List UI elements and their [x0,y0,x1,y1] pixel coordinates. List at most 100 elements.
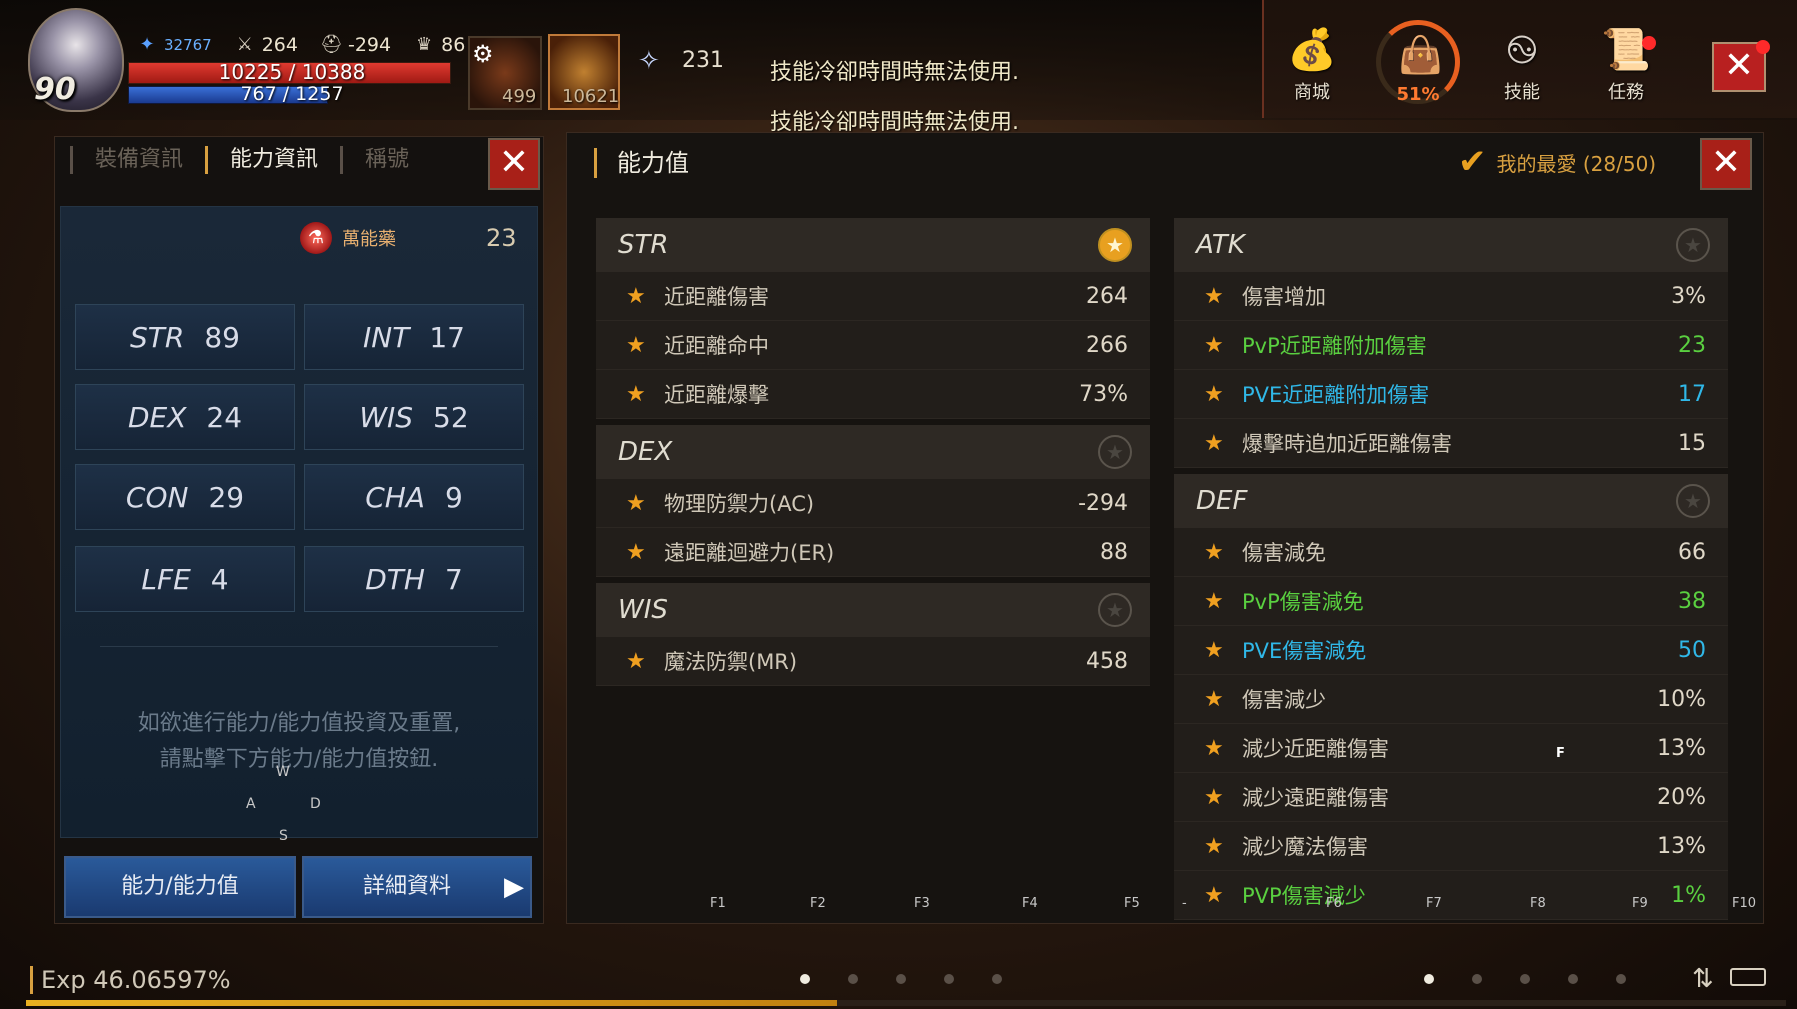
page-dot[interactable] [1568,974,1578,984]
stat-row[interactable]: ★ 減少遠距離傷害 20% [1174,773,1728,822]
right-panel-close-button[interactable]: ✕ [1700,138,1752,190]
section-title: ATK [1196,230,1245,260]
stat-box-con[interactable]: CON 29 [75,464,295,530]
elixir-value: 23 [486,224,517,252]
stat-row-name: 物理防禦力(AC) [664,492,815,516]
checkmark-icon: ✔ [1458,142,1487,182]
star-icon[interactable]: ★ [1204,785,1242,810]
stat-box-cha[interactable]: CHA 9 [304,464,524,530]
quest-button[interactable]: 📜 任務 [1590,22,1662,104]
star-icon[interactable]: ★ [1204,638,1242,663]
star-icon[interactable]: ★ [626,382,664,407]
stat-box-lfe[interactable]: LFE 4 [75,546,295,612]
stat-row[interactable]: ★ 近距離爆擊 73% [596,370,1150,419]
star-icon[interactable]: ★ [626,649,664,674]
shop-button[interactable]: 💰 商城 [1276,22,1348,104]
stat-section-dex: DEX ★ ★ 物理防禦力(AC) -294 ★ 遠距離迴避力(ER) 88 [596,425,1150,577]
star-icon[interactable]: ★ [626,491,664,516]
stat-row[interactable]: ★ 傷害增加 3% [1174,272,1728,321]
favorite-star-icon[interactable]: ★ [1098,593,1132,627]
star-icon[interactable]: ★ [1204,540,1242,565]
page-dot[interactable] [848,974,858,984]
stat-key: DTH [365,562,425,596]
gear-icon[interactable]: ⚙ [472,40,494,68]
stat-row-name: 近距離爆擊 [664,383,769,407]
stat-row[interactable]: ★ PVE近距離附加傷害 17 [1174,370,1728,419]
stat-box-wis[interactable]: WIS 52 [304,384,524,450]
stat-key: CHA [365,480,425,514]
star-icon[interactable]: ★ [626,333,664,358]
tab-equipment[interactable]: 裝備資訊 [70,146,205,174]
stat-row-value: 50 [1678,637,1706,663]
stat-section-def: DEF ★ ★ 傷害減免 66 ★ PvP傷害減免 38 ★ PVE傷害減免 50 ★ 傷害減少 10% ★… [1174,474,1728,920]
stat-row-value: 17 [1678,381,1706,407]
favorite-star-icon[interactable]: ★ [1098,228,1132,262]
stat-row[interactable]: ★ 近距離傷害 264 [596,272,1150,321]
page-dot[interactable] [1472,974,1482,984]
potion-quickslot-count: 499 [502,86,537,107]
section-header: STR ★ [596,218,1150,272]
star-icon[interactable]: ★ [1204,333,1242,358]
stat-key: CON [125,480,189,514]
section-title: DEX [618,437,673,467]
page-dot[interactable] [944,974,954,984]
cooldown-message-1: 技能冷卻時間時無法使用. [770,60,1019,85]
page-dot[interactable] [1616,974,1626,984]
page-dot[interactable] [800,974,810,984]
star-icon[interactable]: ★ [1204,284,1242,309]
detail-button[interactable]: 詳細資料 [302,856,532,918]
stat-box-dth[interactable]: DTH 7 [304,546,524,612]
stat-row[interactable]: ★ 物理防禦力(AC) -294 [596,479,1150,528]
stat-row-name: 傷害減免 [1242,541,1326,565]
joystick-left-key: A [246,796,256,812]
transfer-icon[interactable]: ⇅ [1692,964,1714,994]
stat-value: 9 [444,480,463,514]
star-icon[interactable]: ★ [626,284,664,309]
stat-row[interactable]: ★ 爆擊時追加近距離傷害 15 [1174,419,1728,468]
star-icon[interactable]: ★ [1204,736,1242,761]
stat-row-name: 遠距離迴避力(ER) [664,541,835,565]
player-level: 90 [34,72,76,107]
stat-row-value: 23 [1678,332,1706,358]
stat-row[interactable]: ★ 魔法防禦(MR) 458 [596,637,1150,686]
star-icon[interactable]: ★ [1204,382,1242,407]
page-dot[interactable] [992,974,1002,984]
elixir-label: 萬能藥 [342,229,396,250]
stat-row[interactable]: ★ 減少近距離傷害 13% [1174,724,1728,773]
stat-box-int[interactable]: INT 17 [304,304,524,370]
page-dot[interactable] [1520,974,1530,984]
favorite-star-icon[interactable]: ★ [1098,435,1132,469]
page-dot[interactable] [896,974,906,984]
stat-row[interactable]: ★ 傷害減少 10% [1174,675,1728,724]
star-icon[interactable]: ★ [1204,834,1242,859]
stat-value: 4 [210,562,229,596]
star-icon[interactable]: ★ [1204,589,1242,614]
star-icon[interactable]: ★ [626,540,664,565]
panel-title: 能力值 [594,148,689,178]
stat-row[interactable]: ★ 遠距離迴避力(ER) 88 [596,528,1150,577]
stat-box-dex[interactable]: DEX 24 [75,384,295,450]
tab-ability[interactable]: 能力資訊 [205,146,340,174]
favorite-star-icon[interactable]: ★ [1676,484,1710,518]
stat-row[interactable]: ★ PVE傷害減免 50 [1174,626,1728,675]
skill-button[interactable]: ࿊ 技能 [1486,22,1558,104]
tab-title[interactable]: 稱號 [340,146,431,174]
stat-row[interactable]: ★ 近距離命中 266 [596,321,1150,370]
stat-row[interactable]: ★ 傷害減免 66 [1174,528,1728,577]
feather-icon[interactable]: ✧ [638,46,660,76]
section-title: DEF [1196,486,1248,516]
page-dot[interactable] [1424,974,1434,984]
stat-row-name: PVE傷害減免 [1242,639,1367,663]
ability-button[interactable]: 能力/能力值 [64,856,296,918]
favorites-toggle[interactable]: ✔ 我的最愛 (28/50) [1458,142,1656,182]
stat-row[interactable]: ★ PvP傷害減免 38 [1174,577,1728,626]
stat-row-value: 13% [1657,833,1706,859]
stat-row[interactable]: ★ PvP近距離附加傷害 23 [1174,321,1728,370]
stat-row[interactable]: ★ 減少魔法傷害 13% [1174,822,1728,871]
favorite-star-icon[interactable]: ★ [1676,228,1710,262]
left-panel-close-button[interactable]: ✕ [488,138,540,190]
stat-box-str[interactable]: STR 89 [75,304,295,370]
stat-value: 7 [444,562,463,596]
star-icon[interactable]: ★ [1204,687,1242,712]
star-icon[interactable]: ★ [1204,431,1242,456]
